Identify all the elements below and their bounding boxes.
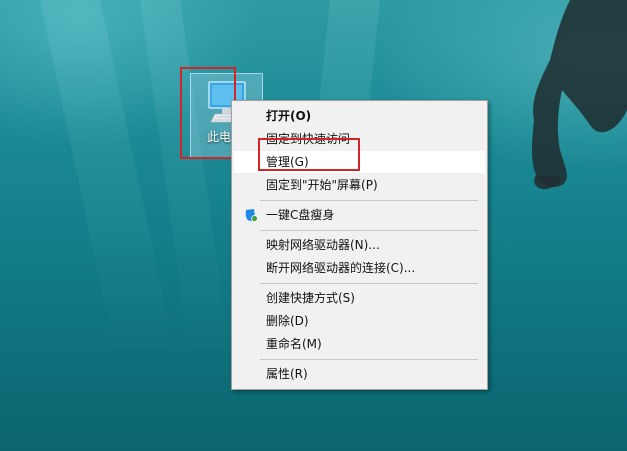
menu-item-map-network-drive[interactable]: 映射网络驱动器(N)... bbox=[234, 234, 485, 256]
menu-item-properties[interactable]: 属性(R) bbox=[234, 363, 485, 385]
menu-separator bbox=[260, 283, 478, 284]
menu-separator bbox=[260, 359, 478, 360]
desktop-icon-label: 此电 bbox=[207, 130, 232, 144]
menu-item-pin-quick-access[interactable]: 固定到快速访问 bbox=[234, 128, 485, 150]
menu-separator bbox=[260, 230, 478, 231]
menu-item-delete[interactable]: 删除(D) bbox=[234, 310, 485, 332]
menu-separator bbox=[260, 200, 478, 201]
menu-item-disconnect-network-drive[interactable]: 断开网络驱动器的连接(C)... bbox=[234, 257, 485, 279]
menu-item-c-drive-cleanup[interactable]: 一键C盘瘦身 bbox=[234, 204, 485, 226]
diver-silhouette bbox=[532, 0, 627, 190]
context-menu: 打开(O) 固定到快速访问 管理(G) 固定到"开始"屏幕(P) 一键C盘瘦身 … bbox=[231, 100, 488, 390]
menu-item-manage[interactable]: 管理(G) bbox=[234, 151, 485, 173]
menu-item-rename[interactable]: 重命名(M) bbox=[234, 333, 485, 355]
shield-badge-icon bbox=[245, 209, 258, 222]
menu-item-create-shortcut[interactable]: 创建快捷方式(S) bbox=[234, 287, 485, 309]
menu-item-open[interactable]: 打开(O) bbox=[234, 105, 485, 127]
menu-item-pin-start[interactable]: 固定到"开始"屏幕(P) bbox=[234, 174, 485, 196]
